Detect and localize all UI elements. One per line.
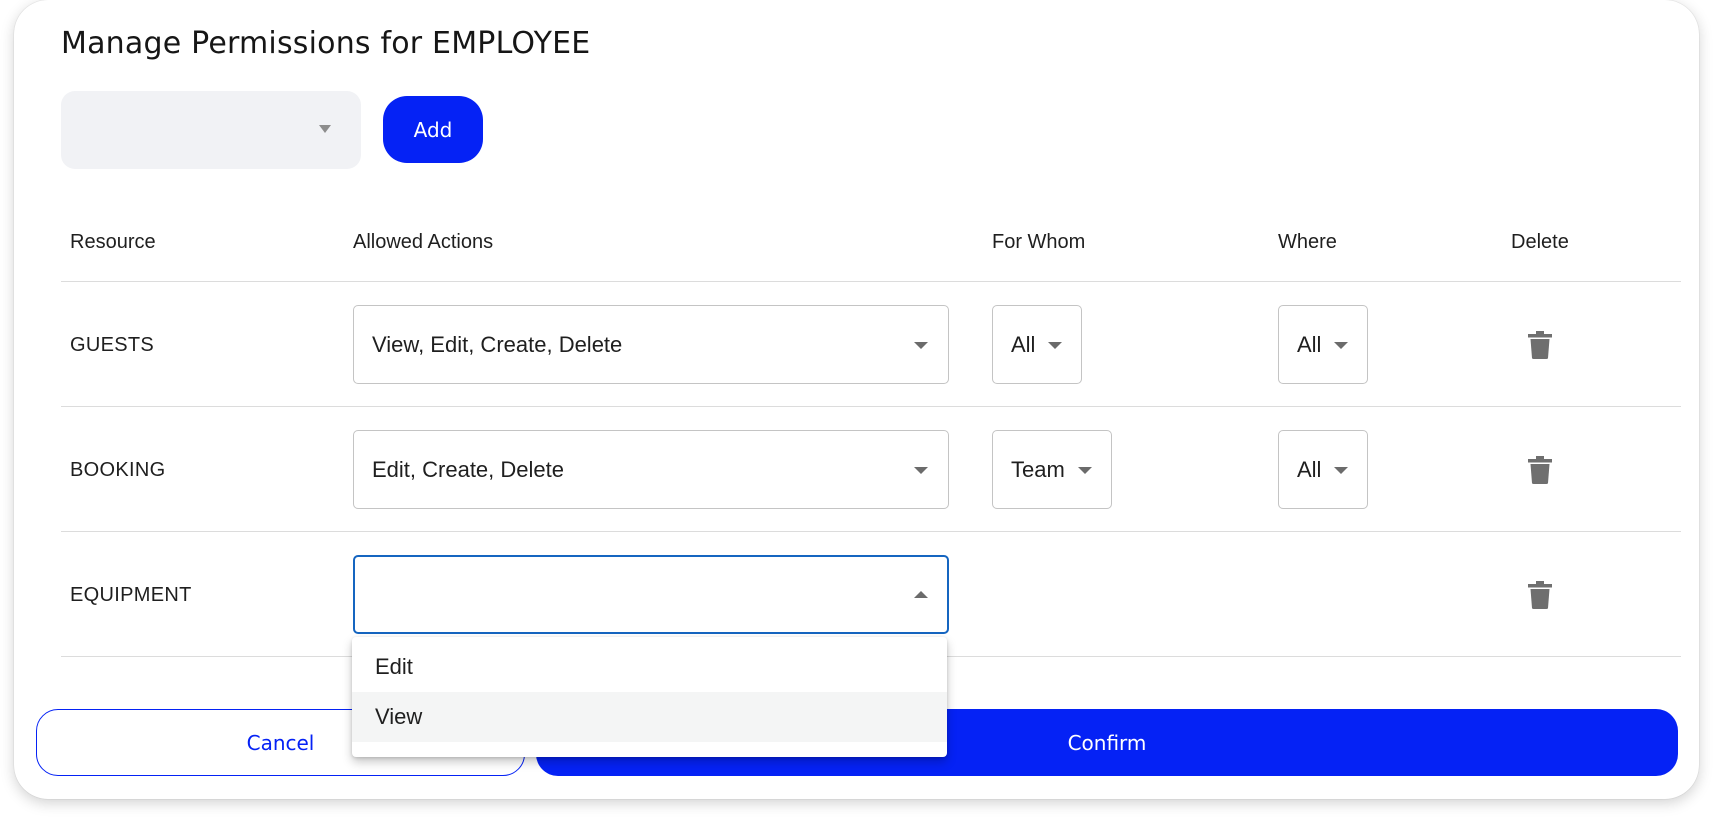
where-select[interactable]: All xyxy=(1278,305,1368,384)
allowed-actions-select[interactable]: Edit, Create, Delete xyxy=(353,430,949,509)
menu-item-edit[interactable]: Edit xyxy=(352,642,947,692)
where-value: All xyxy=(1297,331,1322,357)
header-where: Where xyxy=(1278,231,1337,253)
divider xyxy=(61,531,1681,532)
header-allowed-actions: Allowed Actions xyxy=(353,231,494,253)
row-resource: EQUIPMENT xyxy=(70,584,192,606)
for-whom-select[interactable]: Team xyxy=(992,430,1112,509)
dialog-title: Manage Permissions for EMPLOYEE xyxy=(61,26,591,61)
where-select[interactable]: All xyxy=(1278,430,1368,509)
trash-icon[interactable] xyxy=(1528,456,1552,484)
for-whom-value: Team xyxy=(1011,456,1065,482)
divider xyxy=(61,281,1681,282)
for-whom-value: All xyxy=(1011,331,1036,357)
allowed-actions-select[interactable] xyxy=(353,555,949,634)
allowed-actions-value: Edit, Create, Delete xyxy=(372,456,564,482)
caret-down-icon xyxy=(914,466,928,474)
row-resource: GUESTS xyxy=(70,334,155,356)
caret-down-icon xyxy=(914,341,928,349)
header-for-whom: For Whom xyxy=(992,231,1086,253)
allowed-actions-value: View, Edit, Create, Delete xyxy=(372,331,623,357)
caret-down-icon xyxy=(1078,466,1092,474)
trash-icon[interactable] xyxy=(1528,581,1552,609)
allowed-actions-select[interactable]: View, Edit, Create, Delete xyxy=(353,305,949,384)
caret-up-icon xyxy=(914,590,928,598)
divider xyxy=(61,406,1681,407)
caret-down-icon xyxy=(1334,466,1348,474)
permissions-dialog: Manage Permissions for EMPLOYEE Add Reso… xyxy=(14,0,1699,799)
caret-down-icon xyxy=(1334,341,1348,349)
allowed-actions-menu: Edit View xyxy=(352,637,947,757)
menu-item-view[interactable]: View xyxy=(352,692,947,742)
trash-icon[interactable] xyxy=(1528,331,1552,359)
where-value: All xyxy=(1297,456,1322,482)
for-whom-select[interactable]: All xyxy=(992,305,1082,384)
header-resource: Resource xyxy=(70,231,156,253)
resource-select[interactable] xyxy=(61,91,361,169)
row-resource: BOOKING xyxy=(70,459,166,481)
add-button[interactable]: Add xyxy=(383,96,483,163)
caret-down-icon xyxy=(1048,341,1062,349)
header-delete: Delete xyxy=(1511,231,1569,253)
caret-down-icon xyxy=(319,125,331,133)
